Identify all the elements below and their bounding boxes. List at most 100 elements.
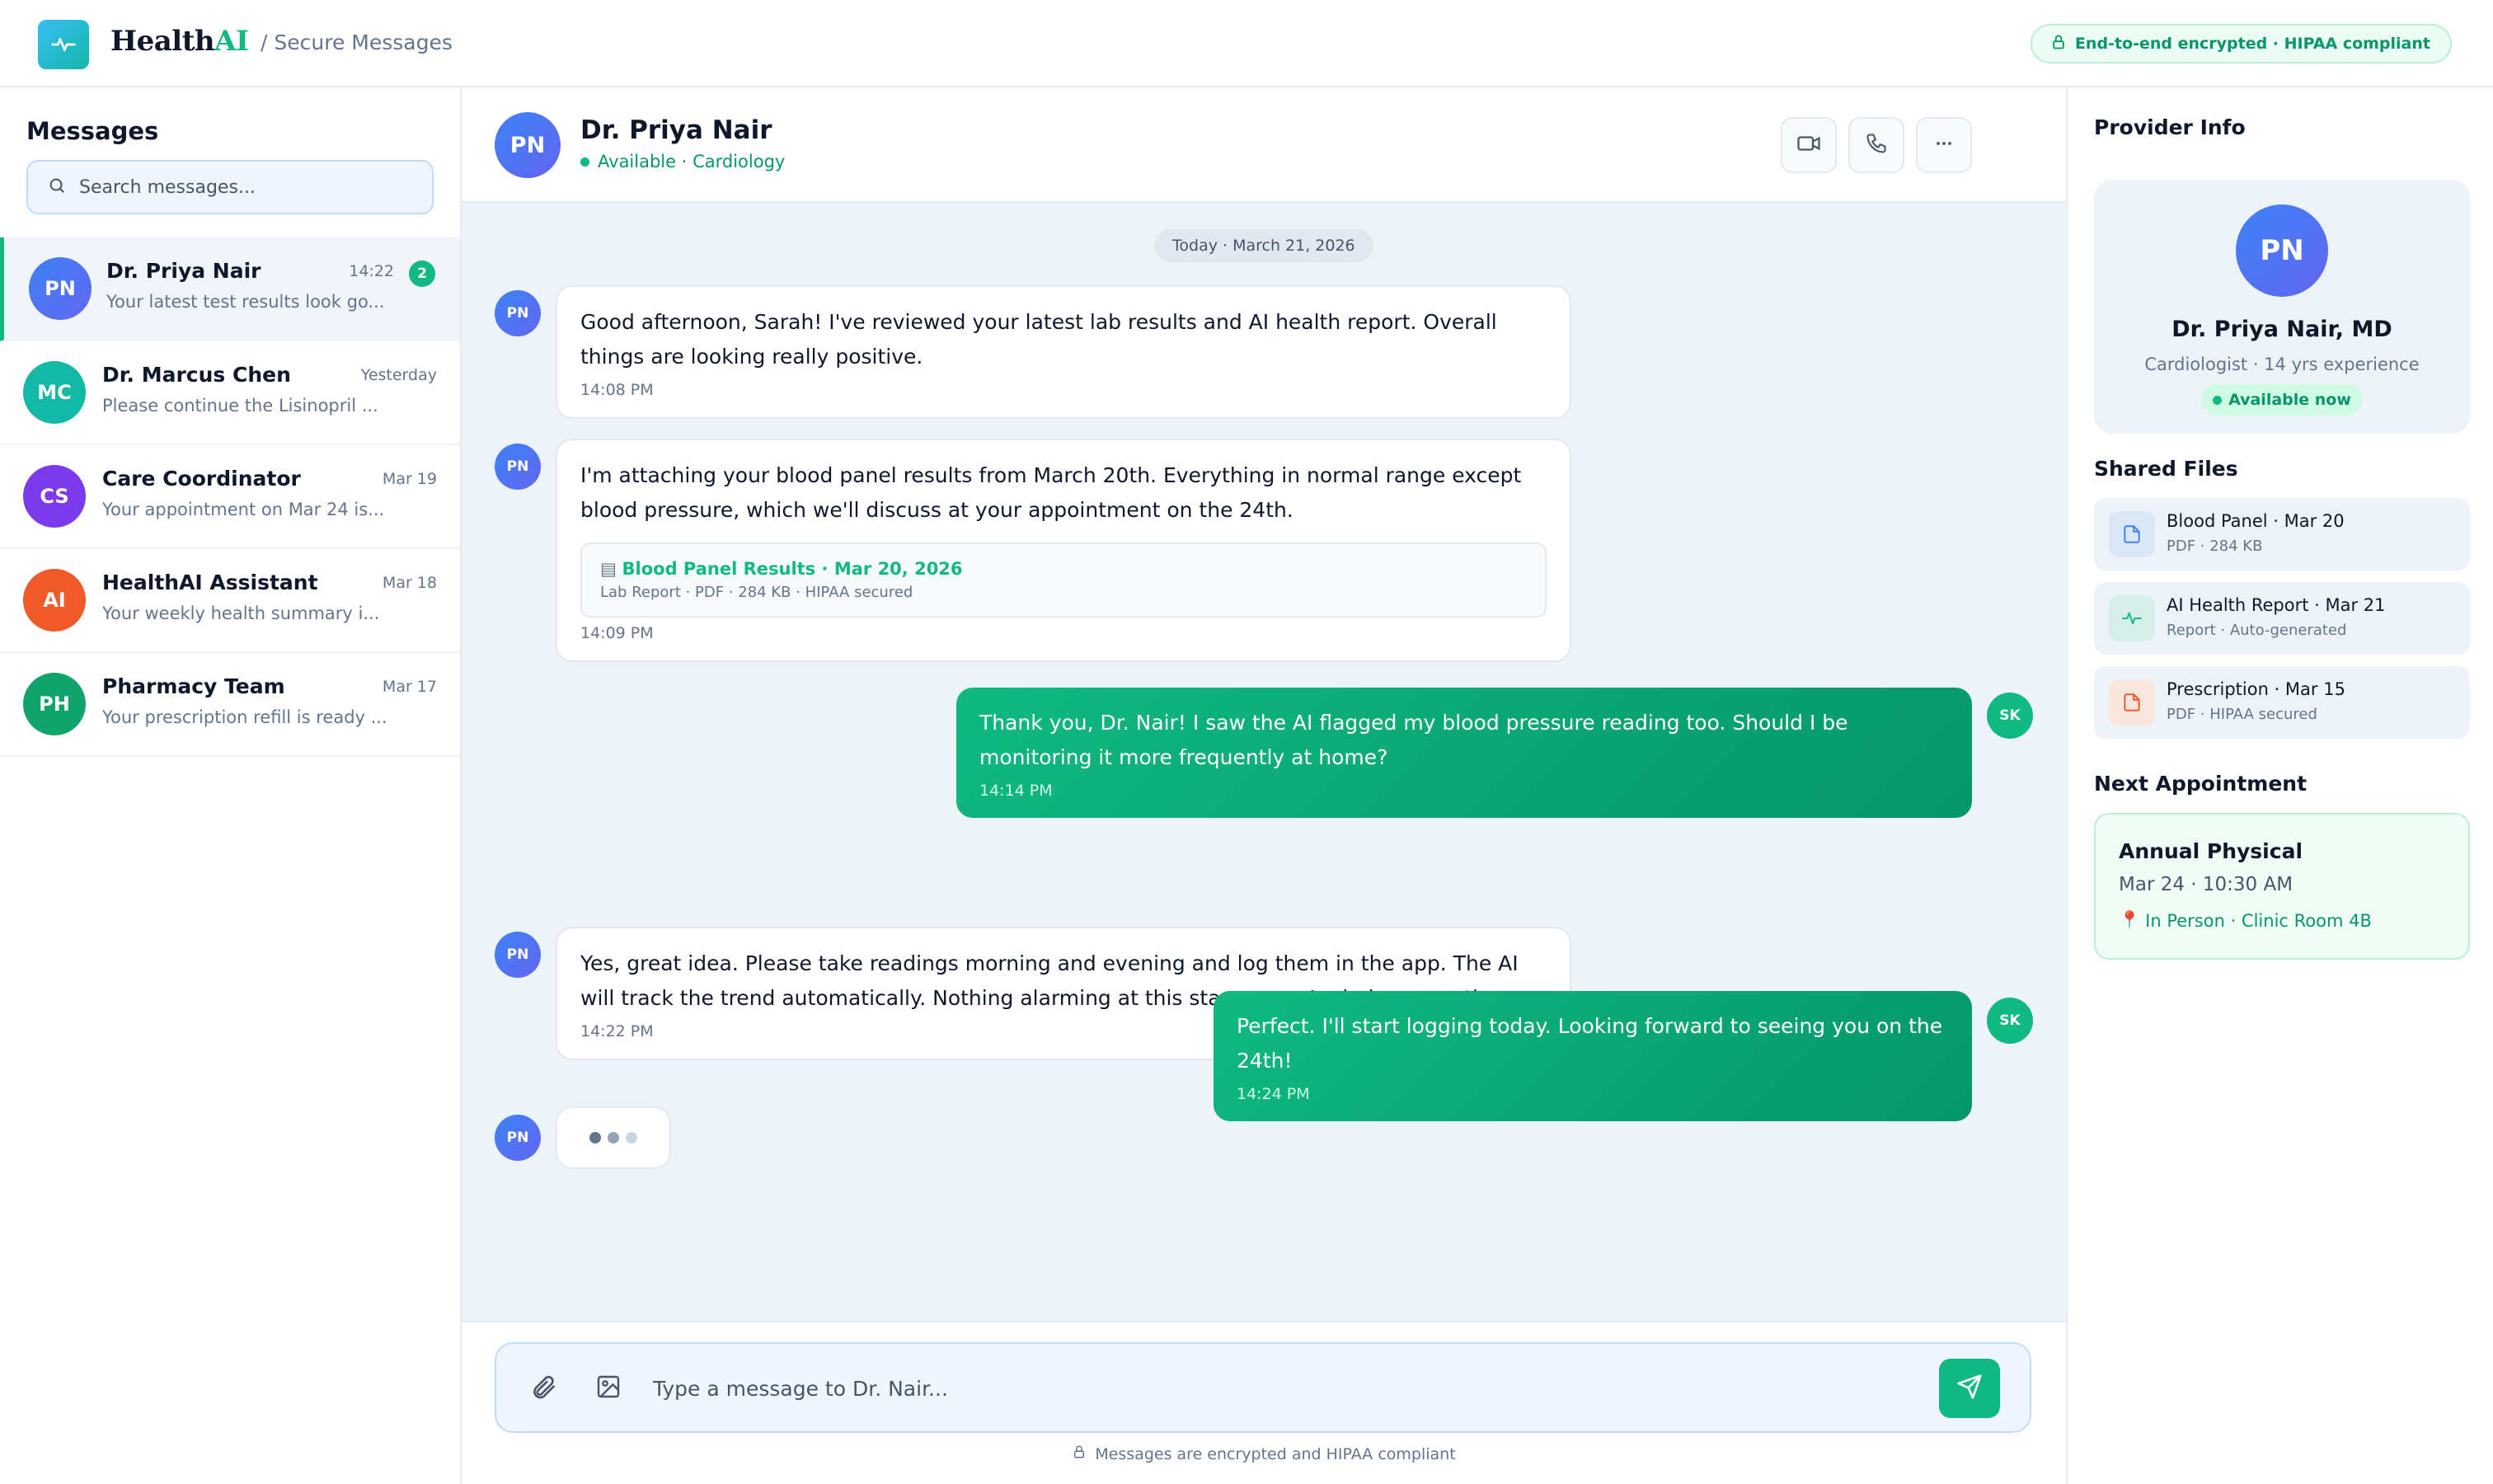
conversation-preview: Please continue the Lisinopril ... [102,396,378,416]
document-icon: ▤ [600,559,622,579]
voice-call-button[interactable] [1848,117,1904,173]
conversation-item[interactable]: MC Dr. Marcus Chen Yesterday Please continu… [0,341,460,445]
provider-name: Dr. Priya Nair, MD [2171,317,2392,342]
top-bar: HealthAI / Secure Messages End-to-end en… [0,0,2493,87]
conversation-time: Mar 17 [382,678,437,696]
message-avatar: PN [495,290,541,336]
send-button[interactable] [1939,1359,2000,1418]
avatar: PN [29,257,92,320]
appointment-name: Annual Physical [2119,839,2303,863]
attachment-meta: Lab Report · PDF · 284 KB · HIPAA secure… [600,584,913,601]
search-box[interactable] [26,160,434,214]
typing-dot [626,1132,637,1144]
provider-card: PN Dr. Priya Nair, MD Cardiologist · 14 … [2094,180,2470,434]
encryption-note-text: Messages are encrypted and HIPAA complia… [1095,1444,1456,1463]
message-avatar: PN [495,932,541,978]
file-icon [2109,511,2155,557]
conversation-name: Care Coordinator [102,467,301,491]
typing-dot [589,1132,601,1144]
send-icon [1956,1374,1983,1403]
shared-file-item[interactable]: Blood Panel · Mar 20 PDF · 284 KB [2094,498,2470,571]
message-time: 14:08 PM [580,381,654,399]
conversation-preview: Your appointment on Mar 24 is... [102,500,385,519]
conversation-item[interactable]: PN Dr. Priya Nair 14:22 Your latest test re… [0,237,460,341]
avatar[interactable]: PN [495,112,561,178]
unread-badge: 2 [409,261,435,287]
conversation-name: Dr. Priya Nair [106,259,261,283]
typing-dot [608,1132,619,1144]
composer-area: Messages are encrypted and HIPAA complia… [462,1321,2066,1484]
message-text: Thank you, Dr. Nair! I saw the AI flagge… [979,711,1848,769]
breadcrumb: / Secure Messages [261,31,453,54]
conversation-list: PN Dr. Priya Nair 14:22 Your latest test re… [0,237,460,757]
message-bubble-outgoing: Thank you, Dr. Nair! I saw the AI flagge… [956,688,1972,818]
message-avatar: PN [495,1115,541,1161]
paperclip-icon[interactable] [529,1374,557,1405]
conversation-time: Yesterday [360,366,437,384]
contact-status-label: Available · Cardiology [598,152,786,171]
conversation-preview: Your prescription refill is ready ... [102,707,387,727]
image-icon[interactable] [595,1374,622,1403]
message-avatar: PN [495,444,541,490]
attachment-card[interactable]: ▤ Blood Panel Results · Mar 20, 2026 Lab… [580,542,1547,618]
chat-header: PN Dr. Priya Nair Available · Cardiology [462,87,2066,203]
conversation-item[interactable]: AI HealthAI Assistant Mar 18 Your weekly he… [0,549,460,653]
message-text: I'm attaching your blood panel results f… [580,463,1522,522]
next-appointment-title: Next Appointment [2094,772,2308,796]
pulse-logo-icon[interactable] [38,20,89,69]
conversation-time: Mar 18 [382,574,437,592]
video-call-button[interactable] [1781,117,1837,173]
contact-name: Dr. Priya Nair [580,115,772,145]
more-options-button[interactable] [1916,117,1972,173]
appointment-card[interactable]: Annual Physical Mar 24 · 10:30 AM 📍 In Pe… [2094,813,2470,960]
video-icon [1796,131,1821,159]
date-divider: Today · March 21, 2026 [1154,229,1373,262]
message-text: Good afternoon, Sarah! I've reviewed you… [580,310,1497,369]
message-text: Perfect. I'll start logging today. Looki… [1237,1014,1943,1073]
conversation-name: HealthAI Assistant [102,571,318,594]
provider-info-title: Provider Info [2094,115,2246,139]
availability-label: Available now [2228,391,2351,409]
message-bubble-incoming: I'm attaching your blood panel results f… [556,439,1571,662]
file-name: Blood Panel · Mar 20 [2167,511,2345,531]
file-icon [2109,679,2155,726]
file-meta: PDF · 284 KB [2167,538,2263,555]
message-bubble-outgoing: Perfect. I'll start logging today. Looki… [1214,991,1972,1121]
attachment-title[interactable]: ▤ Blood Panel Results · Mar 20, 2026 [600,559,1527,579]
avatar: MC [23,361,86,424]
message-input[interactable] [653,1370,1890,1407]
location-pin-icon: 📍 [2119,910,2141,930]
message-bubble-incoming: Good afternoon, Sarah! I've reviewed you… [556,285,1571,419]
lock-icon [1072,1444,1087,1463]
message-avatar: SK [1987,998,2033,1044]
conversation-preview: Your weekly health summary i... [102,603,380,623]
conversation-item[interactable]: CS Care Coordinator Mar 19 Your appointment… [0,445,460,549]
typing-indicator [556,1106,671,1169]
conversation-name: Pharmacy Team [102,674,285,698]
message-avatar: SK [1987,693,2033,739]
online-dot [2213,395,2223,405]
message-time: 14:09 PM [580,624,654,642]
encryption-badge-label: End-to-end encrypted · HIPAA compliant [2074,35,2430,53]
lock-icon [2050,34,2067,54]
availability-badge: Available now [2201,384,2363,416]
appointment-location: 📍 In Person · Clinic Room 4B [2119,910,2372,931]
file-name: AI Health Report · Mar 21 [2167,595,2386,615]
message-time: 14:14 PM [979,782,1053,800]
conversation-name: Dr. Marcus Chen [102,363,291,387]
avatar[interactable]: PN [2236,204,2328,297]
conversation-time: 14:22 [349,262,394,280]
appointment-time: Mar 24 · 10:30 AM [2119,874,2293,895]
conversation-item[interactable]: PH Pharmacy Team Mar 17 Your prescription r… [0,653,460,757]
provider-specialty: Cardiologist · 14 yrs experience [2144,355,2420,374]
sidebar-title: Messages [26,117,159,145]
search-input[interactable] [79,176,409,198]
more-icon [1932,132,1955,158]
conversation-time: Mar 19 [382,470,437,488]
pulse-icon [2109,595,2155,641]
online-dot [580,157,589,167]
shared-file-item[interactable]: Prescription · Mar 15 PDF · HIPAA secure… [2094,666,2470,739]
shared-file-item[interactable]: AI Health Report · Mar 21 Report · Auto-… [2094,582,2470,655]
brand-name[interactable]: HealthAI [110,25,249,58]
message-time: 14:24 PM [1237,1085,1310,1103]
